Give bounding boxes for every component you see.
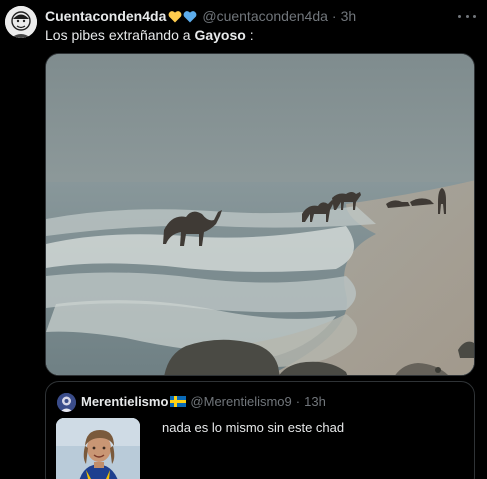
yellow-heart-icon	[168, 10, 182, 22]
tweet-text: Los pibes extrañando a Gayoso :	[45, 27, 254, 43]
author-emoji-badges	[168, 10, 197, 23]
quoted-tweet[interactable]: Merentielismo @Merentielismo9 · 13h nada…	[45, 381, 475, 479]
quoted-author-display-name[interactable]: Merentielismo	[81, 394, 168, 409]
quoted-tweet-timestamp[interactable]: 13h	[304, 394, 326, 409]
blue-heart-icon	[183, 10, 197, 22]
tweet-header: Cuentaconden4da @cuentaconden4da · 3h	[45, 7, 356, 25]
tweet-timestamp[interactable]: 3h	[341, 8, 357, 24]
tweet-text-prefix: Los pibes extrañando a	[45, 27, 195, 43]
tweet-photo[interactable]	[45, 53, 475, 376]
tweet-text-bold: Gayoso	[194, 27, 246, 43]
quoted-author-avatar[interactable]	[57, 393, 76, 412]
quoted-author-handle[interactable]: @Merentielismo9	[190, 394, 291, 409]
quoted-tweet-text: nada es lo mismo sin este chad	[162, 420, 345, 435]
quoted-tweet-header: Merentielismo @Merentielismo9 · 13h	[81, 394, 326, 409]
author-handle[interactable]: @cuentaconden4da	[202, 8, 328, 24]
tweet: Cuentaconden4da @cuentaconden4da · 3h Lo…	[0, 0, 487, 479]
author-display-name[interactable]: Cuentaconden4da	[45, 8, 166, 24]
more-horizontal-icon[interactable]	[458, 8, 476, 24]
quoted-tweet-photo[interactable]	[56, 418, 140, 479]
author-avatar[interactable]	[5, 6, 37, 38]
sweden-flag-icon	[170, 396, 187, 407]
separator-dot: ·	[331, 8, 337, 24]
tweet-text-suffix: :	[245, 27, 254, 43]
separator-dot: ·	[295, 394, 301, 409]
